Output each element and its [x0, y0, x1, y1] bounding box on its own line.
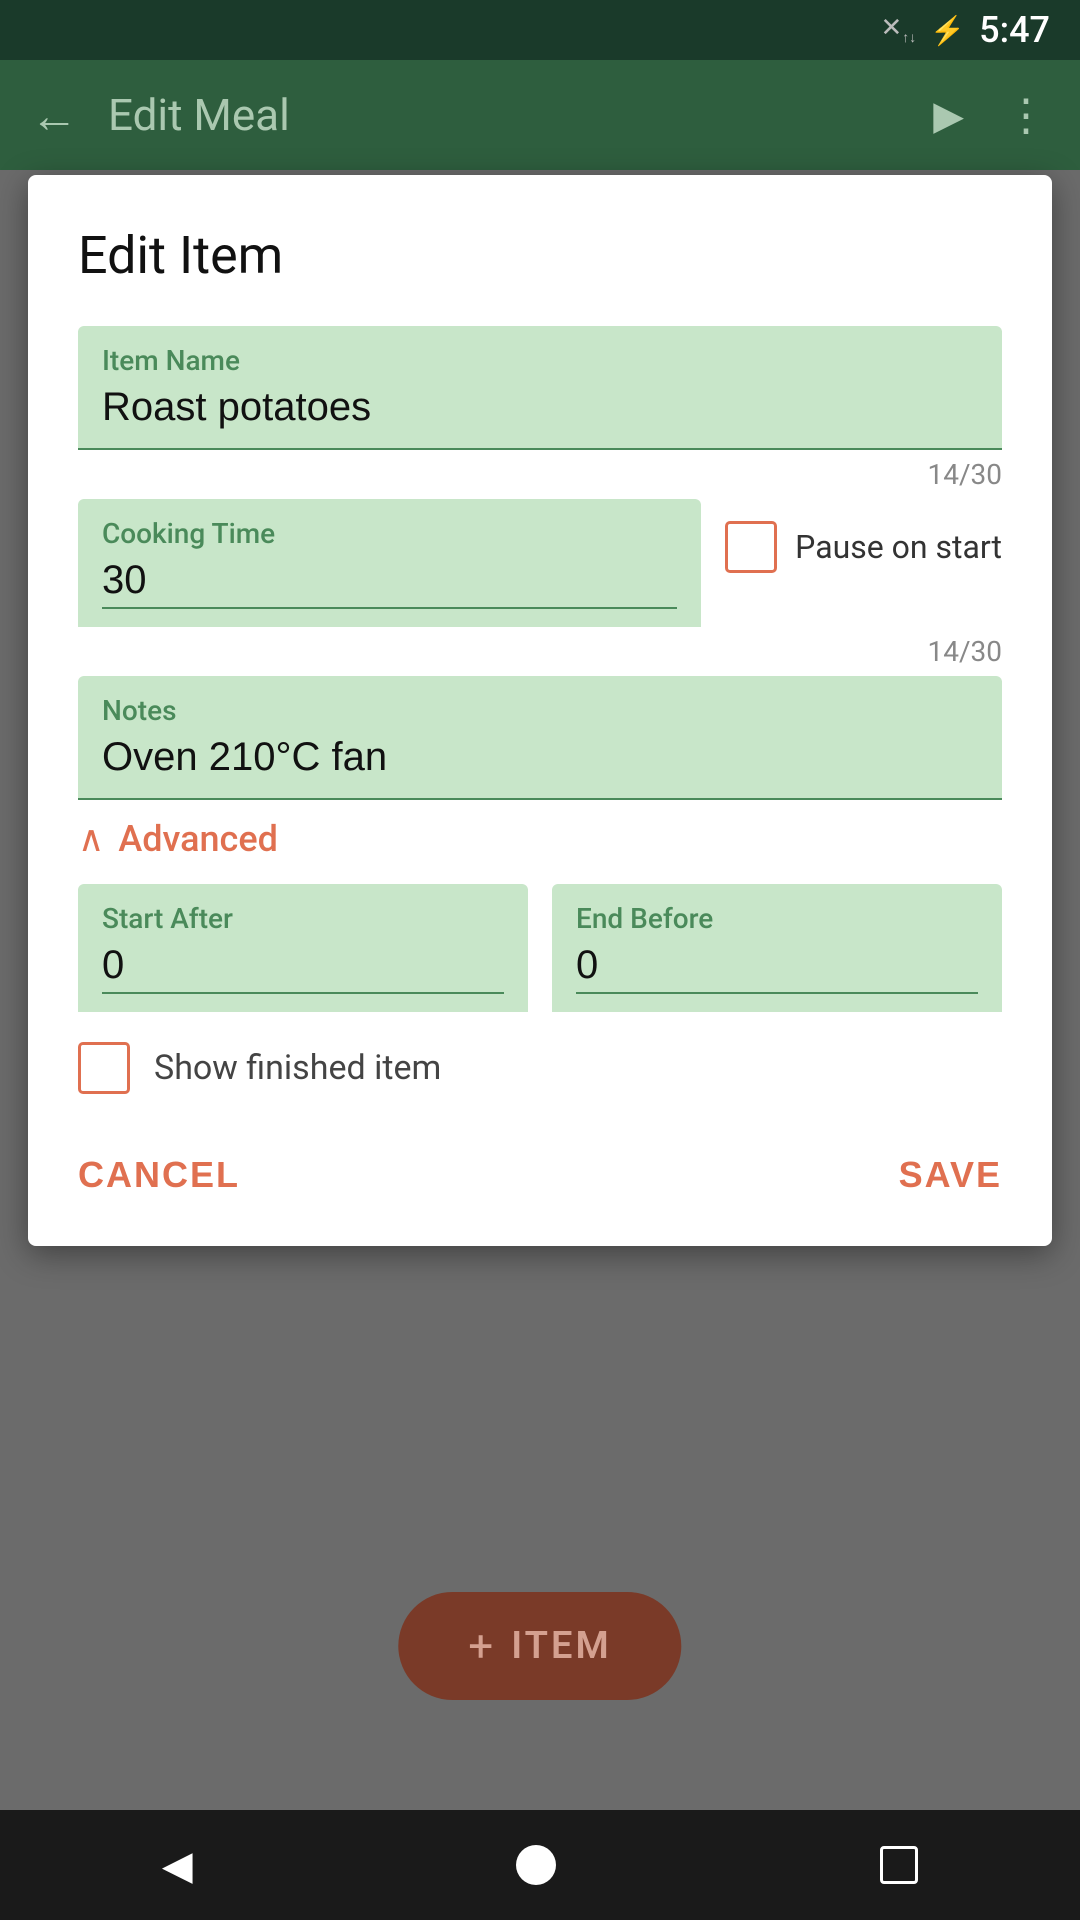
add-item-fab[interactable]: + ITEM	[398, 1592, 681, 1700]
item-name-char-count: 14/30	[78, 458, 1002, 491]
start-after-input[interactable]	[102, 943, 504, 988]
notes-section: Notes	[78, 676, 1002, 800]
signal-off-icon: ✕↑↓	[880, 13, 916, 46]
notes-field[interactable]: Notes	[78, 676, 1002, 800]
battery-charging-icon: ⚡	[930, 14, 965, 47]
status-time: 5:47	[979, 9, 1050, 51]
show-finished-checkbox[interactable]	[78, 1042, 130, 1094]
back-nav-icon: ◀	[162, 1842, 193, 1889]
status-bar: ✕↑↓ ⚡ 5:47	[0, 0, 1080, 60]
notes-label: Notes	[102, 694, 978, 727]
dialog-buttons: CANCEL SAVE	[78, 1144, 1002, 1196]
nav-recents-button[interactable]	[880, 1846, 918, 1884]
nav-back-button[interactable]: ◀	[162, 1842, 193, 1889]
home-nav-icon	[516, 1845, 556, 1885]
more-options-button[interactable]: ⋮	[1004, 89, 1050, 141]
notes-input[interactable]	[102, 735, 978, 780]
app-bar: ← Edit Meal ▶ ⋮	[0, 60, 1080, 170]
fab-plus-icon: +	[468, 1620, 493, 1672]
advanced-label: Advanced	[118, 818, 278, 860]
item-name-input[interactable]	[102, 385, 978, 430]
time-fields-row: Start After End Before	[78, 884, 1002, 1012]
nav-home-button[interactable]	[516, 1845, 556, 1885]
bottom-navigation: ◀	[0, 1810, 1080, 1920]
back-button[interactable]: ←	[30, 87, 78, 144]
start-after-label: Start After	[102, 902, 504, 935]
end-before-input[interactable]	[576, 943, 978, 988]
item-name-label: Item Name	[102, 344, 978, 377]
app-bar-title: Edit Meal	[108, 89, 903, 141]
cooking-time-label: Cooking Time	[102, 517, 677, 550]
cooking-time-row: Cooking Time Pause on start	[78, 499, 1002, 627]
status-icons: ✕↑↓ ⚡ 5:47	[880, 9, 1050, 51]
cooking-time-input[interactable]	[102, 558, 677, 603]
edit-item-dialog: Edit Item Item Name 14/30 Cooking Time P…	[28, 175, 1052, 1246]
start-after-field[interactable]: Start After	[78, 884, 528, 1012]
recents-nav-icon	[880, 1846, 918, 1884]
pause-on-start-checkbox[interactable]	[725, 521, 777, 573]
fab-label: ITEM	[511, 1624, 611, 1668]
end-before-label: End Before	[576, 902, 978, 935]
show-finished-label: Show finished item	[154, 1048, 441, 1088]
chevron-up-icon: ∧	[78, 818, 104, 860]
dialog-title: Edit Item	[78, 225, 1002, 286]
item-name-field[interactable]: Item Name	[78, 326, 1002, 450]
show-finished-row: Show finished item	[78, 1042, 1002, 1094]
app-bar-actions: ▶ ⋮	[933, 89, 1050, 141]
play-button[interactable]: ▶	[933, 92, 964, 139]
cooking-time-field[interactable]: Cooking Time	[78, 499, 701, 627]
pause-on-start-label: Pause on start	[795, 528, 1002, 566]
cooking-time-char-count: 14/30	[78, 635, 1002, 668]
end-before-field[interactable]: End Before	[552, 884, 1002, 1012]
cancel-button[interactable]: CANCEL	[78, 1154, 240, 1196]
pause-on-start-group: Pause on start	[725, 499, 1002, 573]
save-button[interactable]: SAVE	[899, 1154, 1002, 1196]
advanced-toggle[interactable]: ∧ Advanced	[78, 818, 1002, 860]
